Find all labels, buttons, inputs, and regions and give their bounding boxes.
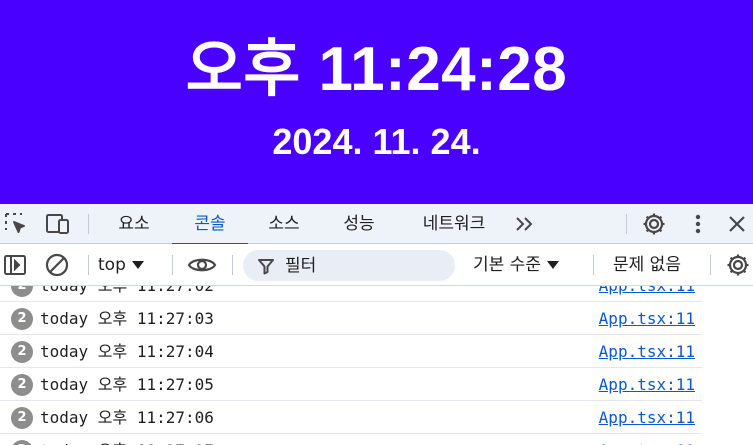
console-message: 2 today 오후 11:27:05 App.tsx:11 [0, 368, 702, 401]
source-link[interactable]: App.tsx:11 [599, 286, 695, 302]
source-link[interactable]: App.tsx:11 [599, 434, 695, 445]
divider [172, 255, 173, 275]
divider [626, 214, 627, 234]
filter-box[interactable] [243, 250, 455, 281]
message-text: today 오후 11:27:02 [40, 286, 214, 302]
source-link[interactable]: App.tsx:11 [599, 401, 695, 434]
source-link[interactable]: App.tsx:11 [599, 302, 695, 335]
source-link[interactable]: App.tsx:11 [599, 335, 695, 368]
context-select[interactable]: top [98, 244, 145, 286]
inspect-element-icon[interactable] [2, 204, 30, 244]
message-text: today 오후 11:27:04 [40, 342, 214, 361]
live-expression-eye-icon[interactable] [186, 244, 218, 286]
divider [232, 255, 233, 275]
console-message: 2 today 오후 11:27:03 App.tsx:11 [0, 302, 702, 335]
repeat-count-badge: 2 [11, 308, 33, 330]
repeat-count-badge: 2 [11, 407, 33, 429]
message-text: today 오후 11:27:05 [40, 375, 214, 394]
repeat-count-badge: 2 [11, 341, 33, 363]
repeat-count-badge: 2 [11, 374, 33, 396]
gear-icon[interactable] [640, 204, 668, 244]
message-text: today 오후 11:27:06 [40, 408, 214, 427]
filter-icon [257, 250, 275, 281]
tab-elements[interactable]: 요소 [108, 204, 160, 244]
message-text: today 오후 11:27:03 [40, 309, 214, 328]
tab-network[interactable]: 네트워크 [410, 204, 498, 244]
source-link[interactable]: App.tsx:11 [599, 368, 695, 401]
clock-date: 2024. 11. 24. [272, 121, 481, 162]
issues-counter[interactable]: 문제 없음 [613, 244, 681, 286]
console-settings-gear-icon[interactable] [724, 244, 752, 286]
log-levels-select[interactable]: 기본 수준 [473, 244, 560, 286]
console-message: 2 today 오후 11:27:04 App.tsx:11 [0, 335, 702, 368]
repeat-count-badge: 2 [11, 440, 33, 445]
chevron-double-right-icon[interactable] [508, 204, 540, 244]
divider [710, 255, 711, 275]
kebab-menu-icon[interactable] [686, 204, 710, 244]
tab-console[interactable]: 콘솔 [172, 204, 248, 245]
console-message: 2 today 오후 11:27:07 App.tsx:11 [0, 434, 702, 445]
message-text: today 오후 11:27:07 [40, 434, 214, 445]
tab-sources[interactable]: 소스 [258, 204, 310, 244]
clock-time: 오후 11:24:28 [185, 35, 568, 104]
close-icon[interactable] [724, 204, 750, 244]
console-message: 2 today 오후 11:27:06 App.tsx:11 [0, 401, 702, 434]
clock-app: 오후 11:24:28 2024. 11. 24. [0, 0, 753, 204]
dropdown-arrow-icon [131, 255, 145, 275]
console-message: 2 today 오후 11:27:02 App.tsx:11 [0, 286, 702, 302]
sidebar-toggle-icon[interactable] [2, 244, 28, 286]
filter-input[interactable] [285, 250, 445, 281]
divider [88, 214, 89, 234]
devtools-tab-bar: 요소 콘솔 소스 성능 네트워크 [0, 204, 753, 245]
dropdown-arrow-icon [546, 255, 560, 275]
divider [88, 255, 89, 275]
clear-console-icon[interactable] [43, 244, 71, 286]
device-toolbar-icon[interactable] [43, 204, 73, 244]
tab-performance[interactable]: 성능 [333, 204, 385, 244]
repeat-count-badge: 2 [11, 286, 33, 297]
console-messages: 2 today 오후 11:27:02 App.tsx:11 2 today 오… [0, 286, 753, 445]
divider [593, 255, 594, 275]
